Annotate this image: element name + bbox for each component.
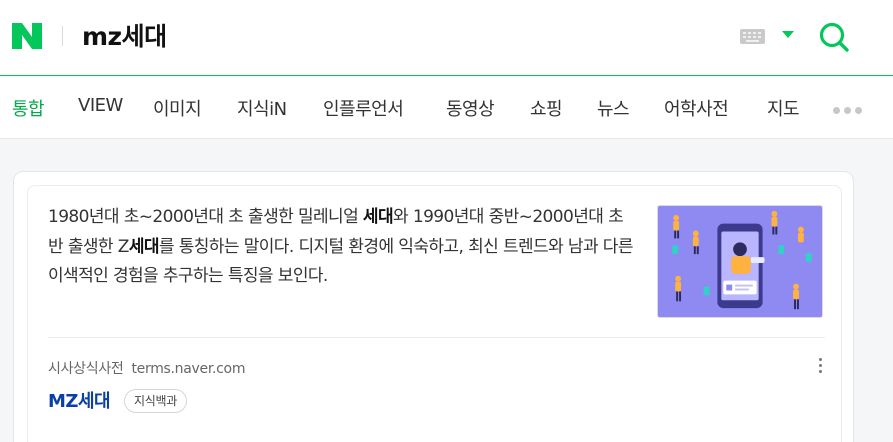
tab-view[interactable]: VIEW — [78, 95, 123, 116]
tab-dictionary[interactable]: 어학사전 — [664, 95, 729, 121]
tab-video[interactable]: 동영상 — [446, 95, 495, 121]
desc-highlight-1: 세대 — [362, 207, 394, 227]
naver-logo[interactable] — [12, 23, 42, 49]
tab-influencer[interactable]: 인플루언서 — [323, 95, 404, 121]
tab-knowledge-in[interactable]: 지식iN — [237, 95, 287, 121]
search-icon[interactable] — [818, 21, 850, 53]
search-header — [0, 0, 893, 76]
result-description: 1980년대 초~2000년대 초 출생한 밀레니얼 세대와 1990년대 중반… — [48, 203, 638, 292]
keyboard-icon[interactable] — [740, 29, 765, 44]
header-divider — [62, 26, 63, 46]
tab-news[interactable]: 뉴스 — [597, 95, 630, 121]
tab-shopping[interactable]: 쇼핑 — [530, 95, 563, 121]
search-tabs: 통합 VIEW 이미지 지식iN 인플루언서 동영상 쇼핑 뉴스 어학사전 지도 — [0, 77, 893, 139]
desc-highlight-2: 세대 — [128, 236, 160, 257]
result-title-link[interactable]: MZ세대 — [48, 387, 111, 413]
chevron-down-icon[interactable] — [782, 31, 794, 38]
influencer-illustration-image[interactable] — [657, 205, 823, 318]
tab-images[interactable]: 이미지 — [153, 95, 202, 121]
desc-text-1: 1980년대 초~2000년대 초 출생한 밀레니얼 — [48, 207, 363, 227]
source-domain[interactable]: terms.naver.com — [131, 361, 245, 377]
result-source[interactable]: 시사상식사전 terms.naver.com — [48, 358, 245, 378]
tab-map[interactable]: 지도 — [767, 95, 800, 121]
kebab-menu-icon[interactable] — [816, 358, 824, 376]
tab-integrated[interactable]: 통합 — [12, 95, 45, 121]
result-card: 1980년대 초~2000년대 초 출생한 밀레니얼 세대와 1990년대 중반… — [13, 171, 854, 442]
result-divider — [48, 337, 825, 338]
source-name[interactable]: 시사상식사전 — [48, 361, 124, 377]
category-badge: 지식백과 — [124, 389, 187, 413]
search-input[interactable] — [82, 20, 382, 49]
knowledge-panel: 1980년대 초~2000년대 초 출생한 밀레니얼 세대와 1990년대 중반… — [27, 185, 842, 442]
more-dots-icon[interactable] — [833, 107, 862, 114]
